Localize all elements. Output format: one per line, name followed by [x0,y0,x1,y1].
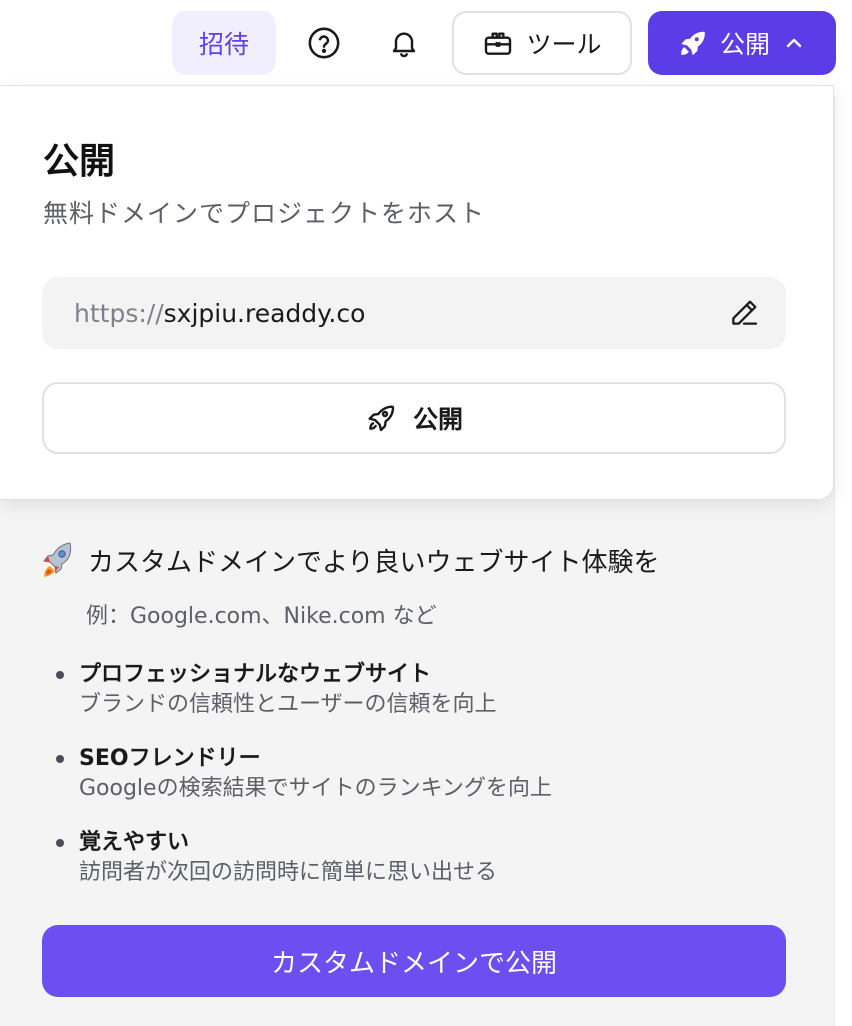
pencil-icon[interactable] [728,297,760,329]
publish-menu-label: 公開 [719,30,770,59]
benefits-list: プロフェッショナルなウェブサイト ブランドの信頼性とユーザーの信頼を向上 SEO… [52,660,792,912]
help-button[interactable] [299,18,349,68]
publish-with-custom-domain-button[interactable]: カスタムドメインで公開 [42,925,786,997]
bullet [56,839,64,847]
chevron-up-icon [786,38,802,48]
custom-domain-heading: カスタムドメインでより良いウェブサイト体験を [40,540,659,580]
custom-domain-heading-text: カスタムドメインでより良いウェブサイト体験を [88,547,660,578]
benefit-title: プロフェッショナルなウェブサイト [79,662,432,687]
publish-menu-button[interactable]: 公開 [648,11,836,75]
list-item: 覚えやすい 訪問者が次回の訪問時に簡単に思い出せる [52,828,792,888]
rocket-icon [681,31,705,55]
url-prefix: https:// [74,298,164,328]
benefit-title: 覚えやすい [79,830,190,855]
site-url-field: https://sxjpiu.readdy.co [42,277,786,349]
benefit-description: ブランドの信頼性とユーザーの信頼を向上 [79,692,497,717]
benefit-description: Googleの検索結果でサイトのランキングを向上 [79,776,552,801]
invite-button[interactable]: 招待 [172,11,276,75]
publish-button-label: 公開 [412,405,463,434]
custom-domain-example: 例：Google.com、Nike.com など [86,604,437,629]
popover-title: 公開 [43,141,116,182]
publish-popover: 公開 無料ドメインでプロジェクトをホスト https://sxjpiu.read… [0,85,834,500]
benefit-description: 訪問者が次回の訪問時に簡単に思い出せる [79,860,498,885]
bullet [56,755,64,763]
list-item: プロフェッショナルなウェブサイト ブランドの信頼性とユーザーの信頼を向上 [52,660,792,720]
toolbox-icon [485,32,512,55]
rocket-outline-icon [368,405,395,432]
publish-button[interactable]: 公開 [42,382,786,454]
benefit-title: SEOフレンドリー [79,746,261,771]
right-edge-strip [834,96,852,1026]
help-icon [308,27,340,59]
bullet [56,671,64,679]
url-domain: sxjpiu.readdy.co [163,298,366,328]
top-bar: 招待 ツール 公開 [0,0,852,86]
tools-button[interactable]: ツール [452,11,632,75]
notifications-button[interactable] [379,18,429,68]
bell-icon [392,32,416,58]
rocket-emoji-icon [43,542,72,577]
tools-label: ツール [526,30,602,59]
popover-subtitle: 無料ドメインでプロジェクトをホスト [43,199,486,228]
list-item: SEOフレンドリー Googleの検索結果でサイトのランキングを向上 [52,744,792,804]
